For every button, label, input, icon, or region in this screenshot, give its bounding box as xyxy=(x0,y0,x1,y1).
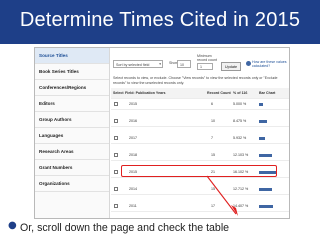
bullet-text: Or, scroll down the page and check the t… xyxy=(20,222,230,234)
highlight-arrow xyxy=(206,175,238,216)
bullet-item: ● Or, scroll down the page and check the… xyxy=(8,219,318,237)
bullet-icon: ● xyxy=(8,220,17,231)
